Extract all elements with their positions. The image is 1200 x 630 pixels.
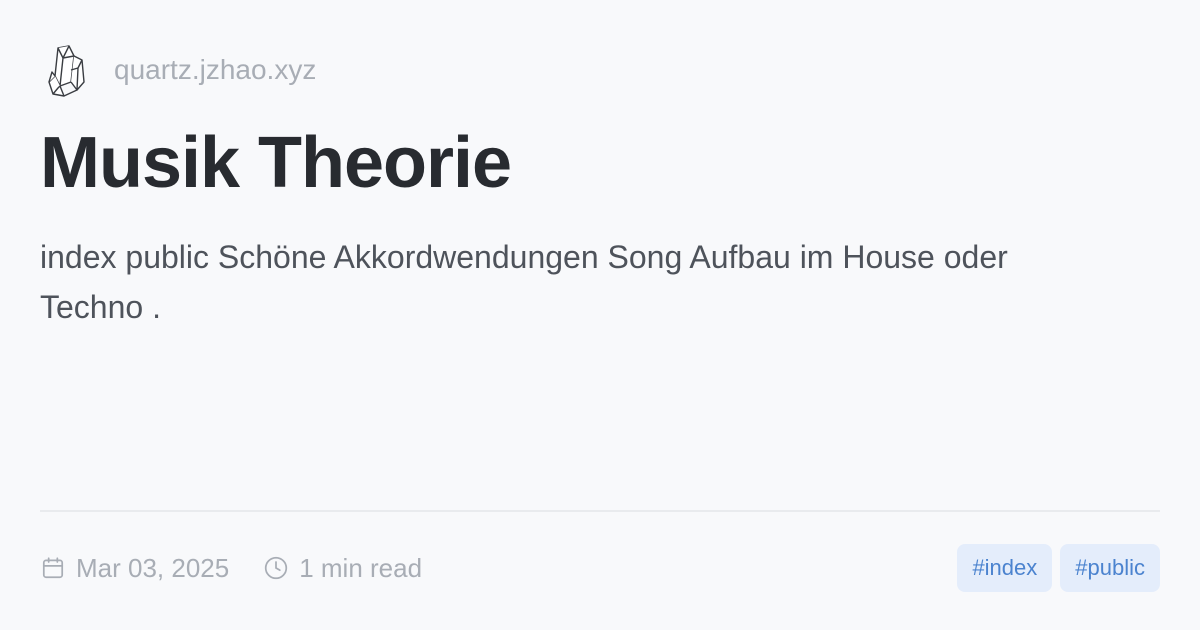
crystal-logo-icon: [48, 45, 85, 97]
publish-date: Mar 03, 2025: [76, 552, 230, 583]
site-header: quartz.jzhao.xyz: [44, 42, 316, 98]
tag-index[interactable]: #index: [957, 544, 1053, 592]
calendar-icon: [42, 557, 64, 579]
tag-list: #index #public: [949, 544, 1160, 592]
divider: [40, 510, 1160, 512]
page-title: Musik Theorie: [40, 123, 512, 203]
reading-time-item: 1 min read: [263, 553, 422, 584]
site-name[interactable]: quartz.jzhao.xyz: [114, 54, 316, 86]
tag-public[interactable]: #public: [1060, 544, 1160, 592]
date-item: Mar 03, 2025: [40, 553, 229, 584]
page-meta: Mar 03, 2025 1 min read: [40, 548, 422, 588]
clock-icon: [265, 556, 288, 580]
reading-time: 1 min read: [299, 552, 423, 583]
page-description: index public Schöne Akkordwendungen Song…: [40, 239, 1008, 325]
